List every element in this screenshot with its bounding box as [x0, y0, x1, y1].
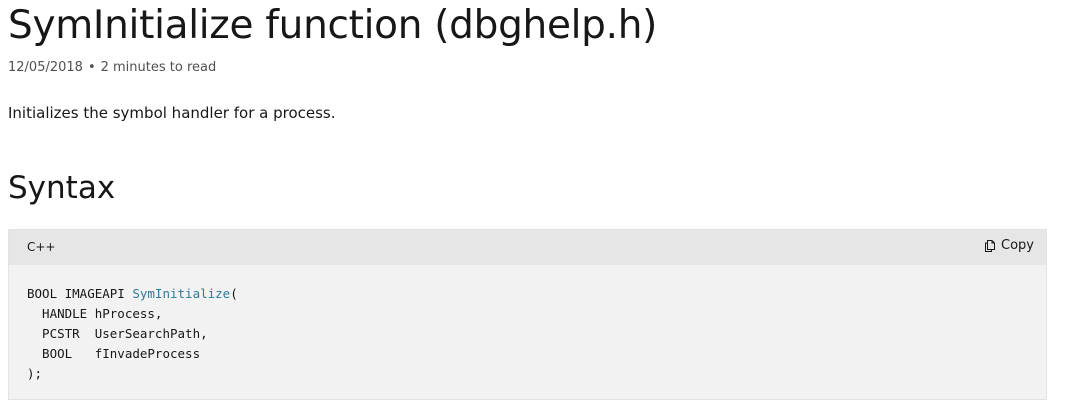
read-time: 2 minutes to read [100, 60, 217, 75]
copy-icon [983, 239, 997, 253]
code-line-5: ); [27, 366, 43, 381]
copy-button[interactable]: Copy [983, 238, 1034, 253]
page-title: SymInitialize function (dbghelp.h) [8, 3, 658, 48]
copy-label: Copy [1001, 238, 1034, 253]
code-block: C++ Copy BOOL IMAGEAPI SymInitialize( HA… [8, 229, 1047, 400]
article-summary: Initializes the symbol handler for a pro… [8, 104, 336, 122]
code-return-type: BOOL IMAGEAPI [27, 286, 133, 301]
syntax-heading: Syntax [8, 170, 116, 206]
meta-separator: • [87, 60, 96, 75]
code-content[interactable]: BOOL IMAGEAPI SymInitialize( HANDLE hPro… [9, 265, 1046, 384]
code-language-label: C++ [27, 240, 56, 254]
code-function-name: SymInitialize [132, 286, 231, 301]
publish-date: 12/05/2018 [8, 60, 83, 75]
code-line-3: PCSTR UserSearchPath, [27, 326, 208, 341]
code-header: C++ Copy [9, 230, 1046, 265]
code-line-2: HANDLE hProcess, [27, 306, 163, 321]
code-line-1: BOOL IMAGEAPI SymInitialize( [27, 286, 238, 301]
code-open-paren: ( [230, 286, 238, 301]
code-line-4: BOOL fInvadeProcess [27, 346, 201, 361]
article-metadata: 12/05/2018 • 2 minutes to read [8, 60, 216, 75]
